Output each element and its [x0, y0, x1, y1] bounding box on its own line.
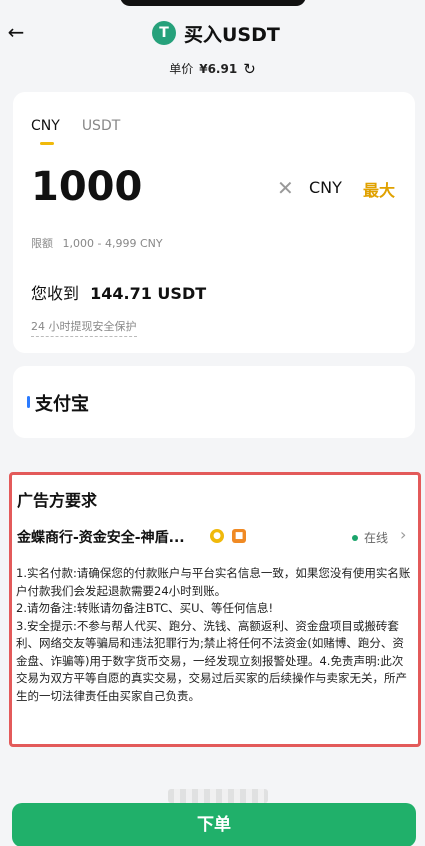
- header: ← T 买入USDT: [0, 0, 425, 56]
- active-tab-indicator: [40, 142, 54, 145]
- verified-badge-icon: ●: [210, 529, 224, 543]
- clear-icon[interactable]: ✕: [277, 176, 294, 200]
- place-order-button[interactable]: 下单: [12, 803, 416, 846]
- advertiser-requirements: 广告方要求 金蝶商行-资金安全-神盾... ● ■ 在线 › 1.实名付款:请确…: [9, 472, 421, 747]
- amount-input[interactable]: 1000: [31, 164, 142, 210]
- term-item: 2.请勿备注:转账请勿备注BTC、买U、等任何信息!: [16, 601, 274, 615]
- term-item: 3.安全提示:不参与帮人代买、跑分、洗钱、高额返利、资金盘项目或搬砖套利、网络交…: [16, 618, 407, 703]
- refresh-icon[interactable]: ↻: [243, 61, 256, 76]
- tab-cny[interactable]: CNY: [31, 118, 60, 134]
- receive-value: 144.71 USDT: [90, 284, 207, 303]
- currency-label: CNY: [309, 178, 342, 197]
- receive-row: 您收到 144.71 USDT: [31, 280, 206, 304]
- merchant-name[interactable]: 金蝶商行-资金安全-神盾...: [17, 527, 185, 547]
- withdraw-protection-link[interactable]: 24 小时提现安全保护: [31, 318, 137, 337]
- limit-value: 1,000 - 4,999 CNY: [62, 237, 163, 250]
- online-status-text: 在线: [364, 531, 389, 545]
- blurred-text: [168, 789, 268, 803]
- limit-label: 限额: [31, 237, 53, 250]
- unit-price-value: ¥6.91: [199, 61, 238, 76]
- online-dot-icon: [352, 534, 358, 541]
- unit-price-row: 单价 ¥6.91 ↻: [0, 60, 425, 77]
- online-status: 在线: [352, 529, 388, 546]
- chevron-right-icon[interactable]: ›: [400, 525, 406, 544]
- max-button[interactable]: 最大: [363, 177, 395, 201]
- payment-method-card[interactable]: 支付宝: [13, 366, 415, 438]
- title-group: T 买入USDT: [152, 20, 280, 46]
- amount-card: CNY USDT 1000 ✕ CNY 最大 限额 1,000 - 4,999 …: [13, 92, 415, 353]
- currency-tabs: CNY USDT: [31, 118, 142, 134]
- arrow-left-icon[interactable]: ←: [4, 20, 28, 44]
- page-title: 买入USDT: [184, 23, 280, 46]
- term-item: 1.实名付款:请确保您的付款账户与平台实名信息一致，如果您没有使用实名账户付款我…: [16, 566, 411, 598]
- payment-accent-bar: [27, 396, 30, 408]
- ad-requirements-title: 广告方要求: [17, 491, 98, 510]
- shield-badge-icon: ■: [232, 529, 246, 543]
- limit-row: 限额 1,000 - 4,999 CNY: [31, 235, 163, 251]
- tab-usdt[interactable]: USDT: [82, 118, 120, 134]
- tether-icon: T: [152, 21, 176, 45]
- payment-method-label: 支付宝: [35, 394, 89, 415]
- unit-price-label: 单价: [169, 62, 194, 76]
- ad-terms: 1.实名付款:请确保您的付款账户与平台实名信息一致，如果您没有使用实名账户付款我…: [16, 565, 414, 705]
- receive-label: 您收到: [31, 284, 80, 303]
